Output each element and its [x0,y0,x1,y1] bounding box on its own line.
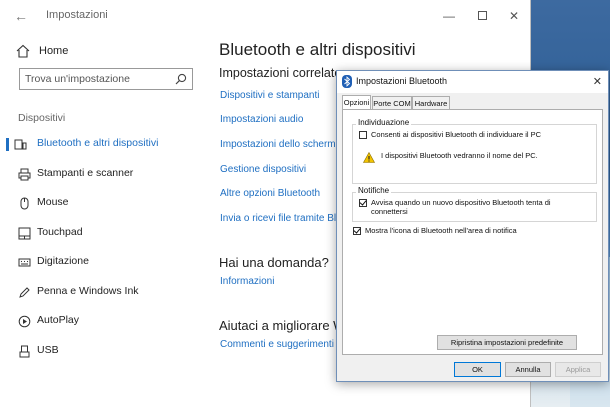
sidebar-item-label: Touchpad [37,226,83,238]
tab-hardware[interactable]: Hardware [412,96,450,109]
sidebar-item-printers[interactable]: Stampanti e scanner [0,164,200,184]
sidebar-item-label: Bluetooth e altri dispositivi [37,137,159,149]
question-title: Hai una domanda? [219,255,329,270]
settings-titlebar: ← Impostazioni — ✕ [0,0,530,32]
dialog-title: Impostazioni Bluetooth [356,76,448,86]
bluetooth-icon [342,75,352,88]
printer-icon [18,168,31,181]
search-input[interactable]: Trova un'impostazione [19,68,193,90]
sidebar-item-bluetooth[interactable]: Bluetooth e altri dispositivi [0,134,200,154]
link-audio-settings[interactable]: Impostazioni audio [220,114,303,125]
close-icon[interactable]: ✕ [503,6,525,26]
home-icon [16,44,30,58]
apply-button[interactable]: Applica [555,362,601,377]
link-devices-printers[interactable]: Dispositivi e stampanti [220,90,319,101]
alert-new-device-label-line2: connettersi [371,207,408,216]
tab-com-ports[interactable]: Porte COM [372,96,412,109]
pen-icon [19,287,30,298]
link-feedback[interactable]: Commenti e suggerimenti [220,339,334,350]
link-display-settings[interactable]: Impostazioni dello schermo [220,139,341,150]
sidebar-item-mouse[interactable]: Mouse [0,193,200,213]
sidebar-item-typing[interactable]: Digitazione [0,252,200,272]
restore-defaults-button[interactable]: Ripristina impostazioni predefinite [437,335,577,350]
show-bluetooth-icon-checkbox[interactable] [353,227,361,235]
notifications-group-label: Notifiche [356,186,392,195]
link-device-manager[interactable]: Gestione dispositivi [220,164,306,175]
bluetooth-settings-dialog: Impostazioni Bluetooth ✕ Opzioni Porte C… [336,70,609,382]
sidebar-item-touchpad[interactable]: Touchpad [0,223,200,243]
home-label: Home [39,45,69,57]
window-title: Impostazioni [46,9,108,21]
sidebar-item-label: USB [37,344,59,356]
link-send-receive-files[interactable]: Invia o ricevi file tramite Blue [220,213,347,224]
back-arrow-icon[interactable]: ← [10,6,32,26]
tab-options[interactable]: Opzioni [342,95,371,110]
sidebar-item-label: Penna e Windows Ink [37,285,139,297]
search-icon [175,73,187,85]
bluetooth-devices-icon [14,139,27,150]
allow-discovery-label: Consenti ai dispositivi Bluetooth di ind… [371,130,542,139]
sidebar-item-autoplay[interactable]: AutoPlay [0,311,200,331]
page-title: Bluetooth e altri dispositivi [219,40,416,59]
link-more-bluetooth-options[interactable]: Altre opzioni Bluetooth [220,188,320,199]
discovery-group-label: Individuazione [356,118,412,127]
autoplay-icon [18,315,31,328]
mouse-icon [20,197,29,210]
search-placeholder: Trova un'impostazione [25,73,130,85]
usb-icon [19,345,30,358]
link-information[interactable]: Informazioni [220,276,274,287]
home-nav-item[interactable]: Home [16,42,68,60]
allow-discovery-checkbox[interactable] [359,131,367,139]
minimize-icon[interactable]: — [438,6,460,26]
sidebar-item-usb[interactable]: USB [0,341,200,361]
sidebar-item-label: Stampanti e scanner [37,167,134,179]
alert-new-device-checkbox[interactable] [359,199,367,207]
sidebar-item-label: Mouse [37,196,69,208]
options-panel: Individuazione Consenti ai dispositivi B… [342,109,603,355]
improve-title: Aiutaci a migliorare W [219,318,346,333]
section-label: Dispositivi [18,112,66,124]
cancel-button[interactable]: Annulla [505,362,551,377]
maximize-icon[interactable] [471,6,493,26]
warning-icon [363,152,375,163]
dialog-titlebar: Impostazioni Bluetooth ✕ [337,71,608,93]
keyboard-icon [18,258,31,267]
sidebar-item-label: Digitazione [37,255,89,267]
active-indicator [6,138,9,151]
show-bluetooth-icon-label: Mostra l'icona di Bluetooth nell'area di… [365,226,517,235]
ok-button[interactable]: OK [454,362,501,377]
sidebar-item-pen[interactable]: Penna e Windows Ink [0,282,200,302]
related-settings-title: Impostazioni correlate [219,66,342,80]
dialog-close-icon[interactable]: ✕ [593,75,602,88]
touchpad-icon [18,227,31,240]
sidebar-item-label: AutoPlay [37,314,80,326]
discovery-warning-text: I dispositivi Bluetooth vedranno il nome… [381,151,538,160]
